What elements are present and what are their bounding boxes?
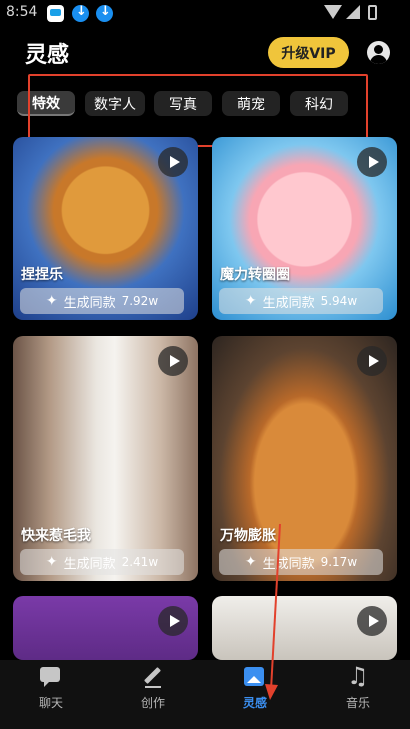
sparkle-icon: ✦ (244, 554, 257, 570)
template-card[interactable]: 快来惹毛我 ✦ 生成同款 2.41w (13, 336, 198, 581)
template-card[interactable] (212, 596, 397, 660)
pencil-icon (142, 666, 164, 688)
nav-label: 灵感 (242, 696, 267, 710)
nav-label: 音乐 (345, 696, 370, 710)
nav-label: 创作 (140, 696, 165, 710)
generate-same-button[interactable]: ✦ 生成同款 9.17w (219, 549, 383, 575)
battery-icon (368, 5, 377, 20)
signal-icon (346, 5, 360, 19)
sparkle-icon: ✦ (45, 293, 58, 309)
generate-same-button[interactable]: ✦ 生成同款 2.41w (20, 549, 184, 575)
tab-scifi[interactable]: 科幻 (290, 91, 348, 116)
generate-label: 生成同款 (63, 556, 116, 572)
category-tabs: 特效 数字人 写真 萌宠 科幻 (0, 86, 410, 126)
template-card[interactable]: 魔力转圈圈 ✦ 生成同款 5.94w (212, 137, 397, 320)
chat-icon (40, 666, 62, 688)
generate-same-button[interactable]: ✦ 生成同款 7.92w (20, 288, 184, 314)
wifi-icon (324, 5, 342, 19)
play-icon[interactable] (158, 147, 188, 177)
nav-create[interactable]: 创作 (113, 666, 193, 716)
tab-portrait[interactable]: 写真 (154, 91, 212, 116)
nav-chat[interactable]: 聊天 (11, 666, 91, 716)
sparkle-icon: ✦ (244, 293, 257, 309)
play-icon[interactable] (158, 346, 188, 376)
bottom-navigation: 聊天 创作 灵感 音乐 (0, 660, 410, 729)
nav-music[interactable]: 音乐 (318, 662, 398, 716)
tab-effects[interactable]: 特效 (17, 91, 75, 116)
play-icon[interactable] (357, 147, 387, 177)
play-icon[interactable] (158, 606, 188, 636)
template-card[interactable]: 万物膨胀 ✦ 生成同款 9.17w (212, 336, 397, 581)
card-title: 魔力转圈圈 (220, 267, 290, 283)
app-notification-icon (47, 5, 64, 22)
template-card[interactable]: 捏捏乐 ✦ 生成同款 7.92w (13, 137, 198, 320)
generate-label: 生成同款 (262, 295, 315, 311)
page-title: 灵感 (25, 43, 70, 68)
profile-icon[interactable] (367, 41, 390, 64)
generate-same-button[interactable]: ✦ 生成同款 5.94w (219, 288, 383, 314)
status-indicators (324, 5, 380, 21)
play-icon[interactable] (357, 346, 387, 376)
tab-digital-human[interactable]: 数字人 (85, 91, 145, 116)
image-icon (244, 666, 266, 688)
sparkle-icon: ✦ (45, 554, 58, 570)
music-icon (347, 662, 369, 690)
generate-label: 生成同款 (63, 295, 116, 311)
card-title: 捏捏乐 (21, 267, 63, 283)
usage-count: 5.94w (320, 294, 358, 308)
status-time: 8:54 (6, 4, 38, 20)
tab-pets[interactable]: 萌宠 (222, 91, 280, 116)
template-card[interactable] (13, 596, 198, 660)
nav-inspiration[interactable]: 灵感 (215, 666, 295, 716)
usage-count: 2.41w (121, 555, 159, 569)
status-bar: 8:54 (0, 0, 410, 28)
card-title: 快来惹毛我 (21, 528, 91, 544)
generate-label: 生成同款 (262, 556, 315, 572)
usage-count: 7.92w (121, 294, 159, 308)
download-icon (72, 4, 89, 22)
usage-count: 9.17w (320, 555, 358, 569)
card-title: 万物膨胀 (220, 528, 276, 544)
play-icon[interactable] (357, 606, 387, 636)
download-icon (96, 4, 113, 22)
nav-label: 聊天 (38, 696, 63, 710)
upgrade-vip-button[interactable]: 升级VIP (268, 37, 349, 68)
